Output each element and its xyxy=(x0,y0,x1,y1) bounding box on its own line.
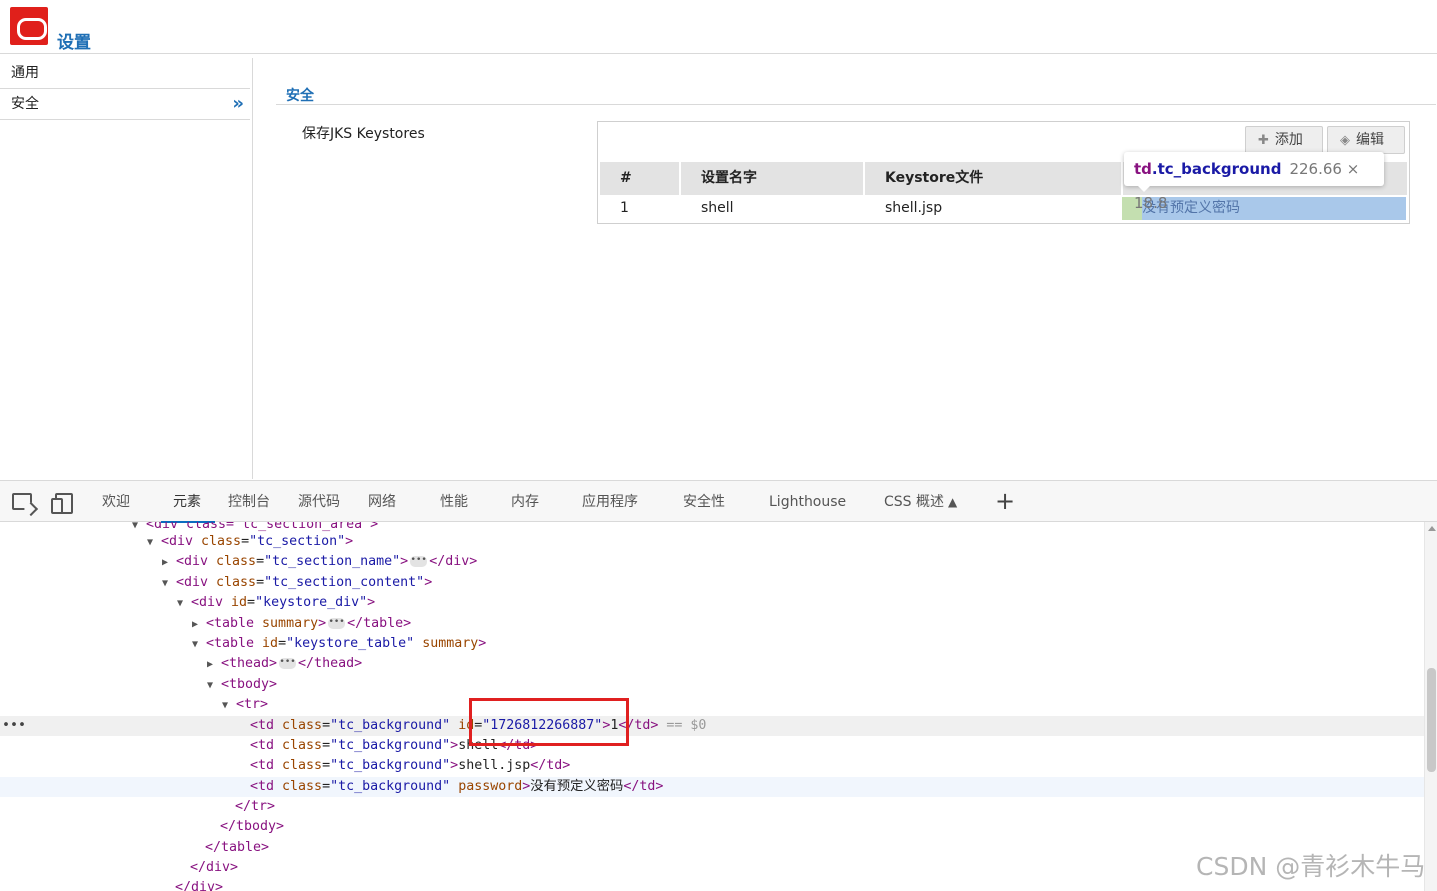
elements-tree: ▼ <div class="tc_section_area"> ▼ <div cla… xyxy=(0,522,1424,891)
more-tools-plus-icon[interactable]: + xyxy=(995,489,1015,513)
tree-node[interactable]: </tbody> xyxy=(0,817,1424,837)
tab-network[interactable]: 网络 xyxy=(368,481,396,523)
tree-node[interactable]: ▼ <div class="tc_section"> xyxy=(0,532,1424,552)
device-toggle-icon[interactable] xyxy=(51,493,73,514)
tree-node-hovered[interactable]: <td class="tc_background" password>没有预定义… xyxy=(0,777,1424,797)
annotation-highlight-box xyxy=(469,698,629,746)
scrollbar-thumb[interactable] xyxy=(1427,668,1436,772)
elements-scrollbar[interactable] xyxy=(1424,522,1437,891)
tree-node[interactable]: ▶ <thead> ••• </thead> xyxy=(0,654,1424,674)
tree-node[interactable]: ▼ <div class="tc_section_content"> xyxy=(0,573,1424,593)
sidebar: 通用 安全 » xyxy=(0,58,250,120)
collapsed-ellipsis-icon: ••• xyxy=(328,616,346,629)
table-cell-setting-name: shell xyxy=(701,200,734,216)
tab-lighthouse[interactable]: Lighthouse xyxy=(769,481,846,523)
tab-welcome[interactable]: 欢迎 xyxy=(102,481,130,523)
sidebar-item-general[interactable]: 通用 xyxy=(0,58,250,89)
tree-node[interactable]: ▶ <table summary> ••• </table> xyxy=(0,614,1424,634)
experiment-flask-icon: ▲ xyxy=(948,495,958,509)
inspect-element-icon[interactable] xyxy=(12,493,32,510)
sidebar-item-label: 通用 xyxy=(11,65,39,81)
collapsed-ellipsis-icon: ••• xyxy=(279,656,297,669)
more-actions-icon: ••• xyxy=(2,718,27,733)
tree-node[interactable]: </tr> xyxy=(0,797,1424,817)
tab-application[interactable]: 应用程序 xyxy=(582,481,638,523)
tree-node[interactable]: ▼ <tbody> xyxy=(0,675,1424,695)
keystore-label: 保存JKS Keystores xyxy=(302,126,425,142)
table-cell-password: 没有预定义密码 xyxy=(1142,197,1406,220)
table-cell-keystore-file: shell.jsp xyxy=(885,200,943,216)
collapsed-ellipsis-icon: ••• xyxy=(410,554,428,567)
table-header-setting-name[interactable]: 设置名字 xyxy=(681,162,863,195)
tree-node[interactable]: ▼ <tr> xyxy=(0,695,1424,715)
tooltip-arrow xyxy=(1137,185,1151,192)
tree-node[interactable]: <td class="tc_background">shell</td> xyxy=(0,736,1424,756)
watermark: CSDN @青衫木牛马 xyxy=(1196,852,1426,881)
section-divider xyxy=(276,104,1436,105)
table-header-keystore-file[interactable]: Keystore文件 xyxy=(865,162,1121,195)
oracle-logo-icon xyxy=(10,7,48,45)
tree-node[interactable]: ▼ <div id="keystore_div"> xyxy=(0,593,1424,613)
tab-css-overview[interactable]: CSS 概述 ▲ xyxy=(884,481,957,523)
devtools-toolbar: 欢迎 元素 控制台 源代码 网络 性能 内存 应用程序 安全性 Lighthou… xyxy=(0,480,1437,523)
scroll-up-arrow-icon[interactable] xyxy=(1428,526,1436,531)
tab-sources[interactable]: 源代码 xyxy=(298,481,340,523)
section-title: 安全 xyxy=(286,88,314,104)
tab-elements[interactable]: 元素 xyxy=(161,481,215,523)
tree-node[interactable]: <td class="tc_background">shell.jsp</td> xyxy=(0,756,1424,776)
inspect-tooltip: td.tc_background 226.66 × 18.8 xyxy=(1124,152,1384,212)
tree-node[interactable]: ▶ <div class="tc_section_name"> ••• </div> xyxy=(0,552,1424,572)
tag-icon: ◈ xyxy=(1340,133,1350,148)
sidebar-divider xyxy=(252,58,253,479)
table-header-index[interactable]: # xyxy=(600,162,679,195)
plus-icon: ✚ xyxy=(1258,133,1269,148)
add-button[interactable]: ✚ 添加 xyxy=(1245,126,1323,154)
tab-performance[interactable]: 性能 xyxy=(440,481,468,523)
tab-console[interactable]: 控制台 xyxy=(228,481,270,523)
sidebar-item-security[interactable]: 安全 » xyxy=(0,89,250,120)
sidebar-item-label: 安全 xyxy=(11,96,39,112)
tree-node-selected[interactable]: ••• <td class="tc_background" id="1726812… xyxy=(0,716,1424,736)
tree-node[interactable]: ▼ <table id="keystore_table" summary> xyxy=(0,634,1424,654)
page-title: 设置 xyxy=(57,33,91,53)
tab-memory[interactable]: 内存 xyxy=(511,481,539,523)
app-header: 设置 xyxy=(0,0,1437,54)
edit-button[interactable]: ◈ 编辑 xyxy=(1327,126,1405,154)
table-cell-index: 1 xyxy=(620,200,629,216)
tab-security[interactable]: 安全性 xyxy=(683,481,725,523)
double-chevron-right-icon: » xyxy=(232,93,243,114)
